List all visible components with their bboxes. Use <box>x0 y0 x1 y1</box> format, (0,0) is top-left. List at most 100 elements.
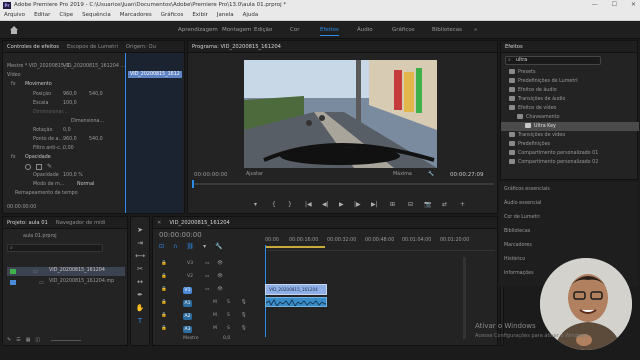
timeline-timecode[interactable]: 00:00:00:00 <box>159 231 202 241</box>
eye-icon[interactable]: 👁 <box>217 287 223 292</box>
track-label[interactable]: A1 <box>183 300 192 307</box>
workspace-tab-efeitos[interactable]: Efeitos <box>320 27 339 36</box>
project-item-sequence[interactable]: ▭ VID_20200815_161204 <box>7 267 125 276</box>
effects-folder-audio-effects[interactable]: Efeitos de áudio <box>501 86 639 95</box>
position-y-value[interactable]: 540,0 <box>89 91 103 99</box>
effects-item-ultra-key[interactable]: Ultra Key <box>501 122 639 131</box>
sync-lock-icon[interactable]: ▭ <box>205 274 209 279</box>
rectangle-mask-icon[interactable] <box>36 163 42 170</box>
lift-button[interactable]: ⊞ <box>390 201 395 208</box>
effects-folder-custom-bin-01[interactable]: Compartimento personalizado 01 <box>501 149 639 158</box>
menu-clipe[interactable]: Clipe <box>59 12 73 18</box>
position-x-value[interactable]: 960,0 <box>63 91 77 99</box>
menu-exibir[interactable]: Exibir <box>192 12 208 18</box>
workspace-tab-cor[interactable]: Cor <box>290 27 299 33</box>
menu-arquivo[interactable]: Arquivo <box>4 12 25 18</box>
home-icon[interactable] <box>9 25 19 35</box>
opacity-value[interactable]: 100,0 % <box>63 172 83 180</box>
lock-icon[interactable]: 🔒 <box>161 313 167 318</box>
anchor-y-value[interactable]: 540,0 <box>89 136 103 144</box>
track-header-v2[interactable]: 🔒 V2 ▭ 👁 <box>157 272 263 282</box>
video-frame[interactable] <box>244 60 437 168</box>
effects-folder-audio-transitions[interactable]: Transições de áudio <box>501 95 639 104</box>
mark-out-button[interactable]: } <box>288 201 292 208</box>
add-marker-button[interactable]: ▾ <box>254 201 257 208</box>
wrench-icon[interactable]: 🔧 <box>428 171 434 179</box>
mini-timeline-area[interactable]: VID_20200815_1612 <box>125 53 183 213</box>
tab-media-browser[interactable]: Navegador de mídi <box>56 220 105 226</box>
effects-search-input[interactable]: ⌕ ultra <box>505 56 601 65</box>
workspace-tab-graficos[interactable]: Gráficos <box>392 27 415 33</box>
lock-icon[interactable]: 🔒 <box>161 274 167 279</box>
icon-view-icon[interactable]: ▦ <box>26 337 31 343</box>
audio-clip[interactable] <box>265 297 327 307</box>
effect-controls-timecode[interactable]: 00:00:00:00 <box>7 204 36 212</box>
work-area-bar[interactable] <box>265 246 325 248</box>
ripple-edit-icon[interactable]: ⟷ <box>135 251 145 261</box>
nest-icon[interactable]: ⊡ <box>159 243 164 250</box>
eye-icon[interactable]: 👁 <box>217 274 223 279</box>
workspace-tab-aprendizagem[interactable]: Aprendizagem <box>178 27 218 33</box>
workspace-tab-montagem[interactable]: Montagem <box>222 27 251 33</box>
side-panel-essential-audio[interactable]: Áudio essencial <box>504 200 541 208</box>
razor-tool-icon[interactable]: ✂ <box>135 264 145 274</box>
menu-editar[interactable]: Editar <box>34 12 50 18</box>
track-header-v3[interactable]: 🔒 V3 ▭ 👁 <box>157 259 263 269</box>
microphone-icon[interactable]: 🎙 <box>241 326 247 331</box>
menu-marcadores[interactable]: Marcadores <box>120 12 152 18</box>
comparison-view-button[interactable]: ⇄ <box>442 201 447 208</box>
program-scrubber[interactable] <box>192 180 494 188</box>
side-panel-essential-graphics[interactable]: Gráficos essenciais <box>504 186 550 194</box>
side-panel-lumetri-color[interactable]: Cor de Lumetri <box>504 214 540 222</box>
track-header-a3[interactable]: 🔒 A3 M S 🎙 <box>157 323 263 335</box>
type-tool-icon[interactable]: T <box>135 316 145 326</box>
solo-button[interactable]: S <box>227 313 230 318</box>
side-panel-libraries[interactable]: Bibliotecas <box>504 228 530 236</box>
lock-icon[interactable]: 🔒 <box>161 300 167 305</box>
side-panel-info[interactable]: Informações <box>504 270 534 278</box>
close-button[interactable]: ✕ <box>631 0 636 10</box>
step-forward-button[interactable]: |▶ <box>354 201 361 208</box>
sync-lock-icon[interactable]: ▭ <box>205 287 209 292</box>
zoom-slider[interactable] <box>51 340 81 341</box>
effects-folder-custom-bin-02[interactable]: Compartimento personalizado 02 <box>501 158 639 167</box>
slip-tool-icon[interactable]: ↔ <box>135 277 145 287</box>
pencil-icon[interactable]: ✎ <box>7 337 11 343</box>
workspace-tab-bibliotecas[interactable]: Bibliotecas <box>432 27 462 33</box>
snap-icon[interactable]: ∩ <box>173 243 177 250</box>
minimize-button[interactable]: — <box>592 0 598 10</box>
track-header-v1[interactable]: 🔒 V1 ▭ 👁 <box>157 284 263 296</box>
opacity-section-label[interactable]: Opacidade <box>25 154 51 162</box>
mark-in-button[interactable]: { <box>272 201 276 208</box>
tab-project[interactable]: Projeto: aula 01 <box>7 220 48 226</box>
lock-icon[interactable]: 🔒 <box>161 326 167 331</box>
workspace-more-button[interactable]: » <box>474 27 477 33</box>
project-search-input[interactable]: ⌕ <box>7 244 103 252</box>
workspace-tab-audio[interactable]: Áudio <box>357 27 373 33</box>
side-panel-markers[interactable]: Marcadores <box>504 242 532 250</box>
track-header-a2[interactable]: 🔒 A2 M S 🎙 <box>157 310 263 322</box>
hand-tool-icon[interactable]: ✋ <box>135 303 145 313</box>
flicker-value[interactable]: 0,00 <box>63 145 74 153</box>
settings-wrench-icon[interactable]: 🔧 <box>215 243 222 250</box>
selection-tool-icon[interactable]: ➤ <box>135 225 145 235</box>
solo-button[interactable]: S <box>227 326 230 331</box>
pen-mask-icon[interactable]: ✎ <box>47 163 52 170</box>
program-monitor-tab[interactable]: Programa: VID_20200815_161204 <box>192 44 281 50</box>
track-label[interactable]: A2 <box>183 313 192 320</box>
microphone-icon[interactable]: 🎙 <box>241 300 247 305</box>
close-icon[interactable]: ✕ <box>157 220 161 226</box>
track-label[interactable]: V1 <box>183 287 192 294</box>
scale-value[interactable]: 100,0 <box>63 100 77 108</box>
timeline-ruler[interactable]: 00:00 00:00:16:00 00:00:32:00 00:00:48:0… <box>265 235 495 251</box>
effects-folder-presets[interactable]: Presets <box>501 68 639 77</box>
mute-button[interactable]: M <box>213 300 217 305</box>
step-back-button[interactable]: ◀| <box>322 201 329 208</box>
menu-ajuda[interactable]: Ajuda <box>243 12 259 18</box>
lock-icon[interactable]: 🔒 <box>161 261 167 266</box>
menu-graficos[interactable]: Gráficos <box>161 12 184 18</box>
time-remap-label[interactable]: Remapeamento de tempo <box>15 190 78 198</box>
program-playhead[interactable] <box>192 180 194 188</box>
menu-janela[interactable]: Janela <box>217 12 234 18</box>
fit-select[interactable]: Ajustar <box>246 171 263 179</box>
